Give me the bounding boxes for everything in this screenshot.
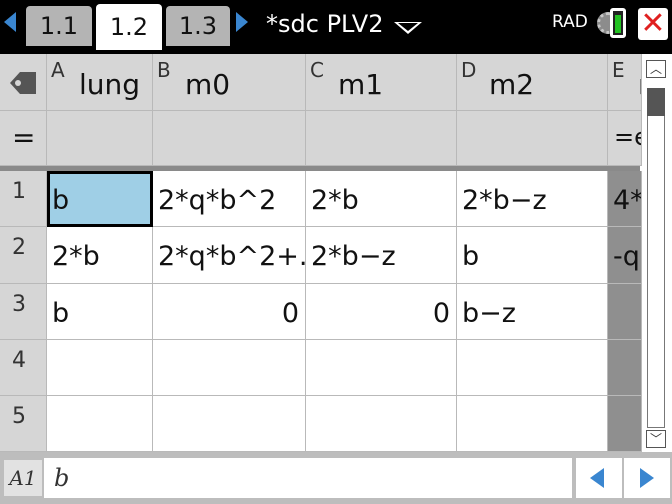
formula-cell-c[interactable] xyxy=(306,111,457,166)
cell-d1[interactable]: 2*b−z xyxy=(457,171,608,227)
top-bar: 1.1 1.2 1.3 *sdc PLV2 RAD ✕ xyxy=(0,0,672,50)
cell-d4[interactable] xyxy=(457,340,608,396)
angle-mode-indicator: RAD xyxy=(552,12,588,32)
scrollbar-thumb[interactable] xyxy=(647,88,665,116)
column-name: m1 xyxy=(338,68,384,101)
column-header-c[interactable]: C m1 xyxy=(306,54,457,111)
entry-next-button[interactable] xyxy=(624,458,670,498)
document-title[interactable]: *sdc PLV2 xyxy=(266,10,383,38)
row-header[interactable]: 4 xyxy=(0,340,47,396)
column-name: lung xyxy=(79,68,141,101)
vertical-scrollbar[interactable]: ︿ ﹀ xyxy=(642,58,670,450)
cell-d3[interactable]: b−z xyxy=(457,284,608,340)
formula-cell-a[interactable] xyxy=(47,111,153,166)
formula-row-label: = xyxy=(0,111,47,166)
cell-a4[interactable] xyxy=(47,340,153,396)
column-letter: B xyxy=(157,58,171,82)
entry-input[interactable]: b xyxy=(44,458,572,498)
close-icon[interactable]: ✕ xyxy=(638,8,668,40)
cell-b4[interactable] xyxy=(153,340,306,396)
column-name: m2 xyxy=(489,68,535,101)
tab-scroll-right-icon[interactable] xyxy=(236,12,248,32)
tab-1-2[interactable]: 1.2 xyxy=(96,4,162,50)
cell-b3[interactable]: 0 xyxy=(153,284,306,340)
spreadsheet[interactable]: A lung B m0 C m1 D m2 E r = =e 1 b 2*q*b… xyxy=(0,54,672,452)
tab-1-3[interactable]: 1.3 xyxy=(166,6,230,46)
row-header[interactable]: 2 xyxy=(0,227,47,284)
entry-prev-button[interactable] xyxy=(576,458,622,498)
cell-c5[interactable] xyxy=(306,396,457,452)
cell-e2[interactable]: -q xyxy=(608,227,642,284)
cell-reference: A1 xyxy=(4,460,42,496)
cell-d5[interactable] xyxy=(457,396,608,452)
cell-b1[interactable]: 2*q*b^2 xyxy=(153,171,306,227)
column-header-b[interactable]: B m0 xyxy=(153,54,306,111)
formula-cell-d[interactable] xyxy=(457,111,608,166)
cell-c3[interactable]: 0 xyxy=(306,284,457,340)
scrollbar-track[interactable] xyxy=(647,88,665,428)
cell-e3[interactable] xyxy=(608,284,642,340)
document-menu-caret-icon[interactable] xyxy=(394,22,422,34)
cell-c2[interactable]: 2*b−z xyxy=(306,227,457,284)
cell-a2[interactable]: 2*b xyxy=(47,227,153,284)
column-name: m0 xyxy=(185,68,231,101)
arrow-right-icon xyxy=(640,468,654,488)
column-letter: C xyxy=(310,58,324,82)
cell-b5[interactable] xyxy=(153,396,306,452)
cell-e1[interactable]: 4* xyxy=(608,171,642,227)
cell-c1[interactable]: 2*b xyxy=(306,171,457,227)
header-corner xyxy=(0,54,47,111)
cell-e5[interactable] xyxy=(608,396,642,452)
formula-cell-e[interactable]: =e xyxy=(608,111,642,166)
arrow-left-icon xyxy=(590,468,604,488)
cell-a3[interactable]: b xyxy=(47,284,153,340)
column-header-e[interactable]: E r xyxy=(608,54,642,111)
scroll-up-icon[interactable]: ︿ xyxy=(646,60,666,78)
column-header-d[interactable]: D m2 xyxy=(457,54,608,111)
cell-b2[interactable]: 2*q*b^2+... xyxy=(153,227,306,284)
row-header[interactable]: 3 xyxy=(0,284,47,340)
scroll-down-icon[interactable]: ﹀ xyxy=(646,430,666,448)
formula-cell-b[interactable] xyxy=(153,111,306,166)
row-header[interactable]: 5 xyxy=(0,396,47,452)
entry-line: A1 b xyxy=(0,452,672,504)
tag-icon xyxy=(10,72,36,94)
column-letter: A xyxy=(51,58,65,82)
cell-d2[interactable]: b xyxy=(457,227,608,284)
tab-scroll-left-icon[interactable] xyxy=(4,12,16,32)
column-header-a[interactable]: A lung xyxy=(47,54,153,111)
column-letter: E xyxy=(612,58,625,82)
cell-a1[interactable]: b xyxy=(47,171,153,227)
cell-e4[interactable] xyxy=(608,340,642,396)
cell-c4[interactable] xyxy=(306,340,457,396)
battery-icon xyxy=(610,8,626,38)
cell-a5[interactable] xyxy=(47,396,153,452)
tab-1-1[interactable]: 1.1 xyxy=(26,6,92,46)
row-header[interactable]: 1 xyxy=(0,171,47,227)
column-letter: D xyxy=(461,58,477,82)
